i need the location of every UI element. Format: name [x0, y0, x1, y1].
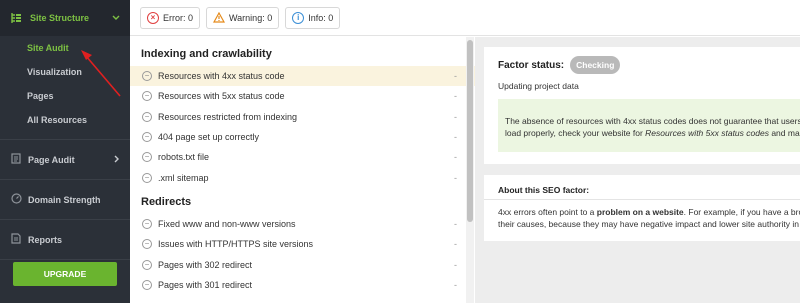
list-item-label: Issues with HTTP/HTTPS site versions — [158, 239, 314, 250]
report-icon — [10, 233, 22, 246]
list-item-value: - — [454, 152, 457, 163]
list-item[interactable]: − .xml sitemap - — [130, 167, 475, 187]
factor-status-label: Factor status: — [498, 59, 565, 71]
about-text-part: 4xx errors often point to a — [498, 207, 597, 217]
about-text-part: . For example, if you have a broke — [683, 207, 800, 217]
error-icon: × — [147, 11, 159, 24]
about-factor-card: About this SEO factor: 4xx errors often … — [484, 175, 800, 241]
info-count-label: Info: 0 — [308, 12, 334, 23]
section-title: Indexing and crawlability — [141, 48, 272, 60]
list-item[interactable]: − Fixed www and non-www versions - — [130, 214, 475, 234]
chevron-down-icon — [112, 13, 120, 23]
error-count-badge[interactable]: × Error: 0 — [140, 6, 201, 29]
sidebar-item-label: Site Audit — [27, 43, 69, 53]
factor-note: The absence of resources with 4xx status… — [498, 99, 800, 152]
warning-icon — [213, 12, 226, 24]
minus-circle-icon: − — [142, 239, 152, 250]
list-scrollbar-thumb[interactable] — [467, 40, 473, 222]
list-item[interactable]: − Resources restricted from indexing - — [130, 107, 475, 127]
about-text-bold: problem on a website — [596, 207, 684, 217]
minus-circle-icon: − — [142, 259, 152, 270]
sidebar: Site Structure Site Audit Visualization … — [0, 0, 130, 303]
sidebar-item-label: Pages — [27, 91, 54, 101]
chevron-right-icon — [114, 155, 120, 165]
note-text: load properly, check your website for — [505, 128, 646, 138]
sidebar-item-label: Page Audit — [28, 154, 75, 165]
minus-circle-icon: − — [142, 152, 152, 163]
list-item-value: - — [454, 259, 457, 270]
note-line: The absence of resources with 4xx status… — [505, 116, 800, 126]
sidebar-item-page-audit[interactable]: Page Audit — [0, 140, 130, 179]
about-title: About this SEO factor: — [498, 185, 590, 195]
error-count-label: Error: 0 — [163, 12, 194, 23]
list-item[interactable]: − Resources with 4xx status code - — [130, 66, 475, 87]
list-item-label: Fixed www and non-www versions — [158, 218, 296, 229]
sidebar-header-site-structure[interactable]: Site Structure — [0, 0, 130, 36]
minus-circle-icon: − — [142, 71, 152, 82]
info-icon: i — [292, 11, 305, 24]
list-item-label: Resources restricted from indexing — [158, 111, 298, 122]
sidebar-divider — [0, 259, 130, 260]
upgrade-button[interactable]: UPGRADE — [13, 262, 117, 286]
info-count-badge[interactable]: i Info: 0 — [285, 6, 341, 29]
minus-circle-icon: − — [142, 132, 152, 143]
tree-icon — [10, 12, 22, 24]
list-item-value: - — [454, 172, 457, 183]
about-line: 4xx errors often point to a problem on a… — [498, 206, 800, 218]
list-item-label: 404 page set up correctly — [158, 132, 260, 143]
sidebar-item-pages[interactable]: Pages — [0, 84, 130, 108]
warning-count-label: Warning: 0 — [229, 12, 273, 23]
divider — [484, 199, 800, 200]
factor-status-card: Factor status: Checking Updating project… — [484, 47, 800, 164]
sidebar-item-reports[interactable]: Reports — [0, 220, 130, 259]
sidebar-item-visualization[interactable]: Visualization — [0, 60, 130, 84]
updating-text: Updating project data — [498, 81, 579, 91]
note-text: and make — [771, 128, 800, 138]
list-item-value: - — [454, 132, 457, 143]
status-badge: Checking — [570, 56, 621, 74]
sidebar-item-site-audit[interactable]: Site Audit — [0, 36, 130, 60]
sidebar-header-label: Site Structure — [30, 13, 90, 23]
sidebar-item-label: All Resources — [27, 115, 88, 125]
list-item-label: Pages with 302 redirect — [158, 259, 253, 270]
minus-circle-icon: − — [142, 218, 152, 229]
list-item[interactable]: − 404 page set up correctly - — [130, 127, 475, 147]
about-line: their causes, because they may have nega… — [498, 219, 800, 229]
list-item-label: robots.txt file — [158, 152, 210, 163]
sidebar-item-label: Visualization — [27, 67, 82, 77]
minus-circle-icon: − — [142, 111, 152, 122]
about-text: 4xx errors often point to a problem on a… — [498, 206, 800, 230]
status-toolbar: × Error: 0 Warning: 0 i Info: 0 — [130, 0, 800, 36]
note-line: load properly, check your website for Re… — [505, 127, 800, 139]
list-item[interactable]: − robots.txt file - — [130, 147, 475, 167]
sidebar-item-label: Domain Strength — [28, 194, 101, 205]
sidebar-item-all-resources[interactable]: All Resources — [0, 108, 130, 132]
list-item-label: Pages with 301 redirect — [158, 279, 253, 290]
list-item-label: Resources with 4xx status code — [158, 71, 285, 82]
factor-status-row: Factor status: Checking — [498, 56, 621, 74]
list-item[interactable]: − Resources with 5xx status code - — [130, 86, 475, 106]
list-item-value: - — [454, 239, 457, 250]
page-icon — [10, 153, 22, 166]
list-item[interactable]: − Pages with 301 redirect - — [130, 275, 475, 295]
list-item-label: .xml sitemap — [158, 172, 209, 183]
list-item[interactable]: − Issues with HTTP/HTTPS site versions - — [130, 234, 475, 254]
minus-circle-icon: − — [142, 279, 152, 290]
list-item-value: - — [454, 111, 457, 122]
section-title: Redirects — [141, 195, 192, 208]
list-item-value: - — [454, 218, 457, 229]
factor-list-panel: Indexing and crawlability − Resources wi… — [130, 37, 475, 303]
sidebar-item-label: Reports — [28, 234, 63, 245]
list-item-label: Resources with 5xx status code — [158, 91, 285, 102]
list-item-value: - — [454, 71, 457, 82]
minus-circle-icon: − — [142, 91, 152, 102]
minus-circle-icon: − — [142, 172, 152, 183]
list-item[interactable]: − Pages with 302 redirect - — [130, 254, 475, 274]
list-item-value: - — [454, 91, 457, 102]
note-link-text: Resources with 5xx status codes — [645, 128, 769, 138]
list-item-value: - — [454, 279, 457, 290]
warning-count-badge[interactable]: Warning: 0 — [206, 6, 280, 29]
sidebar-item-domain-strength[interactable]: Domain Strength — [0, 180, 130, 219]
gauge-icon — [10, 193, 22, 206]
